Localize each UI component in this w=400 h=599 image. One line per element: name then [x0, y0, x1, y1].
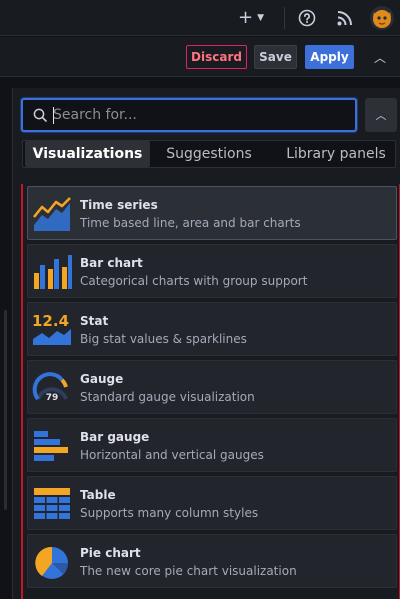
chevron-up-icon[interactable]: ︿: [370, 47, 390, 67]
viz-description: Big stat values & sparklines: [80, 332, 247, 346]
tab-library-panels[interactable]: Library panels: [279, 141, 393, 167]
table-icon: [34, 488, 70, 519]
search-field[interactable]: [21, 98, 357, 132]
viz-card-time-series[interactable]: Time series Time based line, area and ba…: [27, 186, 397, 240]
gauge-icon: 79: [32, 372, 68, 403]
viz-card-gauge[interactable]: 79 Gauge Standard gauge visualization: [27, 360, 397, 414]
viz-description: Standard gauge visualization: [80, 390, 255, 404]
apply-button[interactable]: Apply: [305, 45, 354, 69]
help-circle-icon[interactable]: [298, 9, 316, 27]
viz-description: Supports many column styles: [80, 506, 259, 520]
viz-name: Bar chart: [80, 256, 143, 270]
viz-card-stat[interactable]: 12.4 Stat Big stat values & sparklines: [27, 302, 397, 356]
panel-scrollbar[interactable]: [4, 310, 7, 510]
visualization-list: Time series Time based line, area and ba…: [21, 184, 400, 599]
viz-description: Time based line, area and bar charts: [80, 216, 301, 230]
viz-card-pie-chart[interactable]: Pie chart The new core pie chart visuali…: [27, 534, 397, 588]
search-input[interactable]: [53, 104, 349, 126]
picker-tabs: Visualizations Suggestions Library panel…: [22, 140, 396, 168]
text-caret: [53, 107, 54, 124]
tab-suggestions[interactable]: Suggestions: [159, 141, 259, 167]
viz-card-bar-gauge[interactable]: Bar gauge Horizontal and vertical gauges: [27, 418, 397, 472]
add-menu[interactable]: + ▼: [238, 8, 272, 28]
pie-chart-icon: [35, 546, 68, 579]
stat-icon: 12.4: [32, 312, 71, 345]
rss-icon[interactable]: [336, 9, 354, 27]
discard-button[interactable]: Discard: [186, 45, 247, 69]
collapse-picker-button[interactable]: ︿: [365, 98, 397, 132]
search-icon: [33, 108, 47, 122]
viz-description: Horizontal and vertical gauges: [80, 448, 264, 462]
bar-chart-icon: [34, 255, 72, 289]
viz-card-bar-chart[interactable]: Bar chart Categorical charts with group …: [27, 244, 397, 298]
viz-name: Time series: [80, 198, 158, 212]
user-avatar[interactable]: [370, 6, 394, 30]
divider: [284, 7, 285, 29]
plus-icon: +: [238, 7, 254, 28]
chevron-up-icon: ︿: [375, 109, 387, 122]
viz-description: Categorical charts with group support: [80, 274, 308, 288]
tab-visualizations[interactable]: Visualizations: [25, 141, 150, 167]
stat-icon-value: 12.4: [32, 312, 69, 330]
chevron-down-icon: ▼: [257, 13, 265, 23]
viz-name: Stat: [80, 314, 109, 328]
viz-description: The new core pie chart visualization: [80, 564, 297, 578]
viz-name: Table: [80, 488, 116, 502]
panel-edit-actions: Discard Save Apply ︿: [0, 37, 400, 77]
viz-name: Gauge: [80, 372, 124, 386]
viz-name: Pie chart: [80, 546, 141, 560]
time-series-icon: [32, 197, 71, 231]
top-bar: + ▼: [0, 0, 400, 36]
save-button[interactable]: Save: [254, 45, 297, 69]
visualization-picker: ︿ Visualizations Suggestions Library pan…: [12, 88, 400, 599]
viz-card-table[interactable]: Table Supports many column styles: [27, 476, 397, 530]
bar-gauge-icon: [34, 431, 68, 461]
viz-name: Bar gauge: [80, 430, 150, 444]
gauge-icon-value: 79: [46, 393, 59, 403]
